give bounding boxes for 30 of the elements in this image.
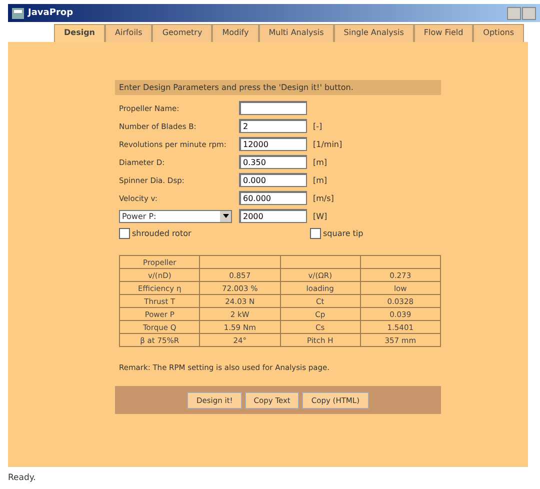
tab[interactable]: Design [54,24,105,42]
unit-label: [-] [313,122,322,130]
tab[interactable]: Options [473,24,524,42]
unit-label: [m] [313,176,328,184]
tab[interactable]: Single Analysis [334,24,414,42]
app-icon [12,8,24,18]
checkbox[interactable] [119,228,130,238]
checkbox-label: shrouded rotor [132,228,192,238]
input-field[interactable]: 60.000 [239,191,307,205]
unit-label: [m] [313,158,328,166]
instruction-text: Enter Design Parameters and press the 'Design it!' button. [115,80,441,95]
tab[interactable]: Multi Analysis [258,24,334,42]
quantity-dropdown[interactable]: Power P: [119,210,232,222]
window-title: JavaProp [28,8,74,18]
checkbox-label: square tip [323,228,364,238]
checkbox[interactable] [310,228,321,238]
unit-label: [1/min] [313,140,342,148]
unit-label: [W] [313,212,328,220]
tab[interactable]: Flow Field [414,24,474,42]
tab[interactable]: Geometry [152,24,212,42]
input-field[interactable]: 2000 [239,209,307,223]
input-field[interactable]: 0.000 [239,173,307,187]
input-field[interactable]: 0.350 [239,155,307,169]
input-field[interactable] [239,101,307,115]
input-field[interactable]: 2 [239,119,307,133]
input-field[interactable]: 12000 [239,137,307,151]
status-text: Ready. [7,472,37,485]
tab[interactable]: Airfoils [105,24,152,42]
unit-label: [m/s] [313,194,334,202]
tab[interactable]: Modify [212,24,259,42]
